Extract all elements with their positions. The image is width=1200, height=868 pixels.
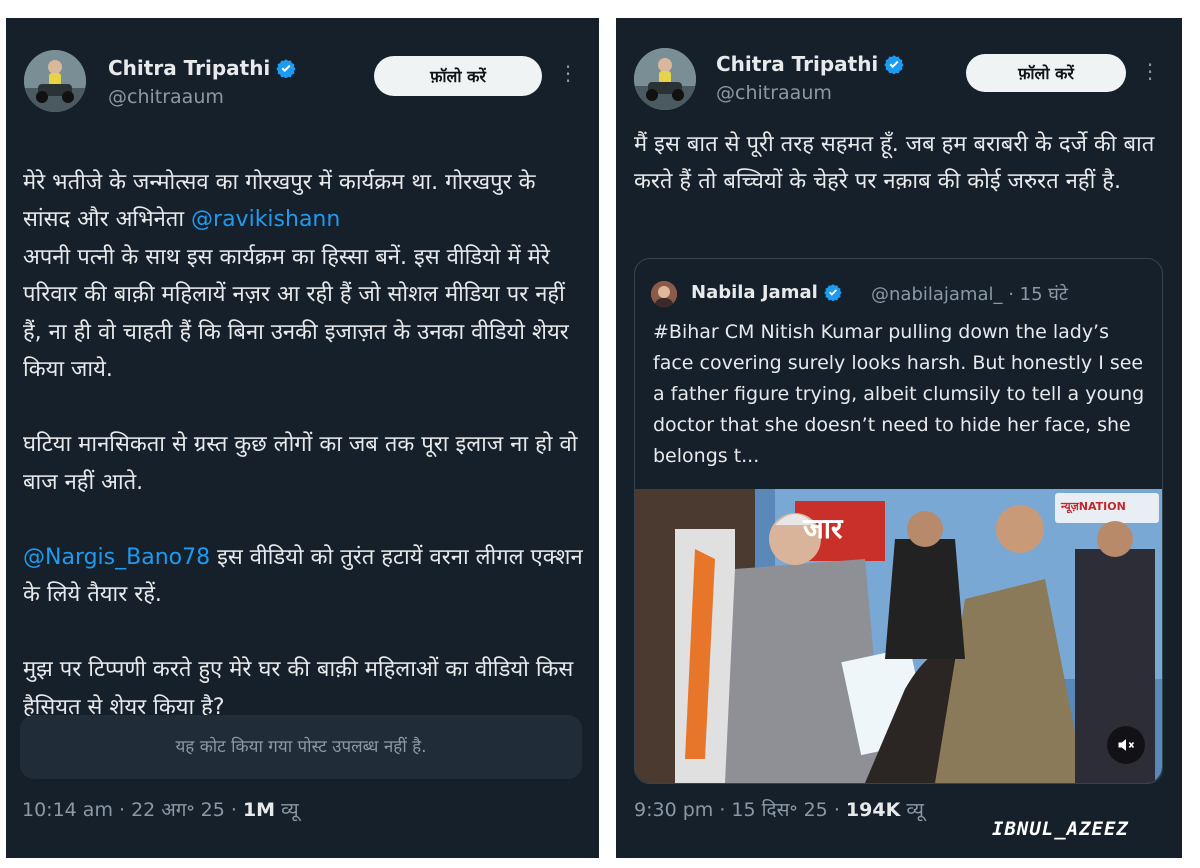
views-label: व्यू [900, 799, 924, 821]
more-options-icon[interactable]: · · · [1145, 55, 1155, 89]
views-count: 1M [242, 799, 276, 821]
views-count: 194K [845, 799, 901, 821]
author-handle[interactable]: @chitraaum [108, 86, 224, 108]
banner-text: जार [803, 512, 843, 545]
quoted-avatar [651, 281, 677, 307]
tweet-text: मेरे भतीजे के जन्मोत्सव का गोरखपुर में क… [23, 169, 583, 720]
mention-link[interactable]: @Nargis_Bano78 [23, 545, 210, 570]
quoted-tweet[interactable]: Nabila Jamal @nabilajamal_ · 15 घंटे #Bi… [634, 258, 1163, 784]
tweet-metadata: 9:30 pm · 15 दिस॰ 25 · 194K व्यू [634, 796, 924, 822]
quoted-video[interactable]: न्यूज़NATION जार [635, 489, 1162, 783]
verified-badge-icon [884, 55, 904, 74]
author-name[interactable]: Chitra Tripathi [716, 52, 904, 76]
quoted-author-name: Nabila Jamal [691, 282, 842, 303]
author-name[interactable]: Chitra Tripathi [108, 56, 296, 80]
channel-logo: न्यूज़NATION [1061, 500, 1126, 513]
quoted-text: #Bihar CM Nitish Kumar pulling down the … [653, 321, 1145, 467]
views-label: व्यू [275, 799, 299, 821]
verified-badge-icon [824, 284, 842, 301]
verified-badge-icon [276, 59, 296, 78]
follow-button[interactable]: फ़ॉलो करें [374, 56, 542, 96]
timestamp[interactable]: 10:14 am · 22 अग॰ 25 · [22, 799, 243, 821]
right-tweet-card: Chitra Tripathi @chitraaum फ़ॉलो करें · ·… [616, 18, 1182, 858]
mention-link[interactable]: @ravikishann [191, 207, 340, 232]
timestamp[interactable]: 9:30 pm · 15 दिस॰ 25 · [634, 799, 846, 821]
quote-unavailable-notice: यह कोट किया गया पोस्ट उपलब्ध नहीं है. [20, 715, 582, 779]
left-tweet-card: Chitra Tripathi @chitraaum फ़ॉलो करें · ·… [6, 18, 599, 858]
mute-icon[interactable] [1107, 726, 1145, 764]
follow-button[interactable]: फ़ॉलो करें [966, 54, 1126, 92]
more-options-icon[interactable]: · · · [563, 57, 573, 91]
author-handle[interactable]: @chitraaum [716, 82, 832, 104]
quoted-handle-time: @nabilajamal_ · 15 घंटे [871, 284, 1068, 305]
avatar[interactable] [24, 50, 86, 112]
tweet-text: मैं इस बात से पूरी तरह सहमत हूँ. जब हम ब… [634, 132, 1155, 194]
watermark: IBNUL_AZEEZ [992, 818, 1129, 840]
video-thumbnail [635, 489, 1162, 783]
tweet-metadata: 10:14 am · 22 अग॰ 25 · 1M व्यू [22, 796, 299, 822]
avatar[interactable] [634, 48, 696, 110]
